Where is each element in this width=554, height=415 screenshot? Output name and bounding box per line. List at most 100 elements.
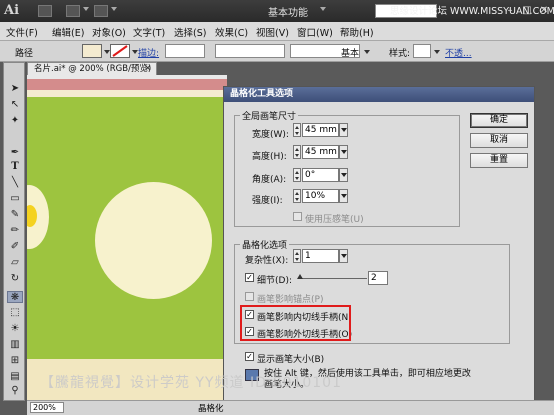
tools-panel: ➤ ↖ ✦ ✒ T ╲ ▭ ✎ ✏ ✐ ▱ ↻ ❋ ⬚ ☀ ▥ ⊞ ▤ ⚲ bbox=[3, 62, 25, 401]
rectangle-tool-icon[interactable]: ▭ bbox=[7, 193, 23, 205]
paintbrush-tool-icon[interactable]: ✎ bbox=[7, 209, 23, 221]
workspace-switcher[interactable]: 基本功能 bbox=[268, 4, 308, 19]
complexity-field[interactable]: 1 bbox=[302, 249, 339, 263]
detail-slider[interactable] bbox=[299, 278, 367, 279]
affect-anchor-checkbox[interactable] bbox=[245, 292, 254, 301]
status-bar bbox=[27, 400, 554, 415]
angle-label: 角度(A): bbox=[252, 175, 287, 185]
current-tool-label: 晶格化 bbox=[198, 404, 224, 414]
chevron-down-icon[interactable] bbox=[320, 7, 326, 11]
height-stepper[interactable] bbox=[293, 145, 301, 159]
menu-help[interactable]: 帮助(H) bbox=[340, 25, 374, 39]
app-logo: Ai bbox=[4, 3, 20, 18]
line-tool-icon[interactable]: ╲ bbox=[7, 177, 23, 189]
angle-stepper[interactable] bbox=[293, 168, 301, 182]
eraser-tool-icon[interactable]: ▱ bbox=[7, 257, 23, 269]
menu-effect[interactable]: 效果(C) bbox=[215, 25, 248, 39]
eyedropper-tool-icon[interactable]: ⚲ bbox=[7, 385, 23, 397]
height-dropdown[interactable] bbox=[339, 145, 348, 159]
highlight-box bbox=[240, 305, 351, 341]
maximize-icon[interactable]: □ bbox=[520, 5, 534, 17]
detail-slider-thumb[interactable] bbox=[297, 274, 303, 279]
show-brush-size-label: 显示画笔大小(B) bbox=[257, 355, 325, 365]
height-field[interactable]: 45 mm bbox=[302, 145, 339, 159]
watermark-bottom: 【騰龍視覺】设计学苑 YY频道 ID:8010101 bbox=[40, 375, 342, 391]
artboard-canvas[interactable] bbox=[27, 75, 227, 400]
title-bar: Ai 基本功能 思缘设计论坛 WWW.MISSYUAN.COM – □ ✕ bbox=[0, 0, 554, 22]
minimize-icon[interactable]: – bbox=[503, 5, 517, 17]
graphic-style-swatch[interactable] bbox=[413, 44, 431, 58]
no-stroke-icon bbox=[112, 45, 128, 57]
chevron-down-icon[interactable] bbox=[83, 7, 89, 11]
fill-swatch[interactable] bbox=[82, 44, 102, 58]
brush-basic-label: 基本 bbox=[341, 49, 360, 59]
menu-object[interactable]: 对象(O) bbox=[92, 25, 126, 39]
show-brush-size-checkbox[interactable]: ✓ bbox=[245, 352, 254, 361]
style-label: 样式: bbox=[389, 49, 411, 59]
angle-field[interactable]: 0° bbox=[302, 168, 339, 182]
gradient-tool-icon[interactable]: ▤ bbox=[7, 371, 23, 383]
stroke-link[interactable]: 描边: bbox=[138, 46, 159, 59]
chevron-down-icon[interactable] bbox=[364, 50, 370, 54]
crystallize-tool-icon[interactable]: ❋ bbox=[7, 291, 23, 303]
detail-label: 细节(D): bbox=[257, 276, 292, 286]
complexity-label: 复杂性(X): bbox=[245, 256, 289, 266]
intensity-dropdown[interactable] bbox=[339, 189, 348, 203]
stroke-swatch[interactable] bbox=[110, 44, 130, 58]
free-transform-tool-icon[interactable]: ⬚ bbox=[7, 307, 23, 319]
rotate-tool-icon[interactable]: ↻ bbox=[7, 273, 23, 285]
angle-dropdown[interactable] bbox=[339, 168, 348, 182]
ok-button[interactable]: 确定 bbox=[470, 113, 528, 128]
complexity-dropdown[interactable] bbox=[339, 249, 348, 263]
screen-mode-icon[interactable] bbox=[94, 5, 108, 17]
intensity-label: 强度(I): bbox=[252, 196, 283, 206]
selected-circle[interactable] bbox=[95, 182, 212, 299]
menu-edit[interactable]: 编辑(E) bbox=[52, 25, 84, 39]
mesh-tool-icon[interactable]: ⊞ bbox=[7, 355, 23, 367]
width-stepper[interactable] bbox=[293, 123, 301, 137]
document-tab[interactable]: 名片.ai* @ 200% (RGB/预览) bbox=[27, 62, 157, 75]
intensity-field[interactable]: 10% bbox=[302, 189, 339, 203]
menu-file[interactable]: 文件(F) bbox=[6, 25, 38, 39]
direct-selection-tool-icon[interactable]: ↖ bbox=[7, 99, 23, 111]
magic-wand-tool-icon[interactable]: ✦ bbox=[7, 115, 23, 127]
affect-anchor-label: 画笔影响锚点(P) bbox=[257, 295, 324, 305]
chevron-down-icon[interactable] bbox=[111, 7, 117, 11]
type-tool-icon[interactable]: T bbox=[7, 161, 23, 173]
zoom-field[interactable]: 200% bbox=[30, 402, 64, 413]
arrange-documents-icon[interactable] bbox=[66, 5, 80, 17]
control-bar: 路径 描边: 基本 样式: 不透... bbox=[0, 41, 554, 92]
menu-select[interactable]: 选择(S) bbox=[174, 25, 206, 39]
selection-tool-icon[interactable]: ➤ bbox=[7, 83, 23, 95]
variable-width-dropdown[interactable] bbox=[215, 44, 285, 58]
stroke-weight-field[interactable] bbox=[165, 44, 205, 58]
cancel-button[interactable]: 取消 bbox=[470, 133, 528, 148]
dialog-title: 晶格化工具选项 bbox=[224, 87, 534, 102]
opacity-link[interactable]: 不透... bbox=[445, 46, 472, 59]
pen-tool-icon[interactable]: ✒ bbox=[7, 147, 23, 159]
width-dropdown[interactable] bbox=[339, 123, 348, 137]
intensity-stepper[interactable] bbox=[293, 189, 301, 203]
width-field[interactable]: 45 mm bbox=[302, 123, 339, 137]
graph-tool-icon[interactable]: ▥ bbox=[7, 339, 23, 351]
menu-window[interactable]: 窗口(W) bbox=[297, 25, 333, 39]
pencil-tool-icon[interactable]: ✏ bbox=[7, 225, 23, 237]
bridge-icon[interactable] bbox=[38, 5, 52, 17]
height-label: 高度(H): bbox=[252, 152, 287, 162]
menu-type[interactable]: 文字(T) bbox=[133, 25, 165, 39]
detail-checkbox[interactable]: ✓ bbox=[245, 273, 254, 282]
crystallize-options-dialog: 晶格化工具选项 确定 取消 重置 全局画笔尺寸 宽度(W): 45 mm 高度(… bbox=[223, 86, 535, 401]
complexity-stepper[interactable] bbox=[293, 249, 301, 263]
menu-view[interactable]: 视图(V) bbox=[256, 25, 289, 39]
close-tab-icon[interactable]: ✕ bbox=[144, 64, 152, 74]
chevron-down-icon[interactable] bbox=[434, 50, 440, 54]
detail-field[interactable]: 2 bbox=[368, 271, 388, 285]
symbol-sprayer-tool-icon[interactable]: ☀ bbox=[7, 323, 23, 335]
menu-bar: 文件(F) 编辑(E) 对象(O) 文字(T) 选择(S) 效果(C) 视图(V… bbox=[0, 22, 554, 41]
use-pressure-checkbox[interactable] bbox=[293, 212, 302, 221]
selection-type-label: 路径 bbox=[15, 49, 34, 59]
close-icon[interactable]: ✕ bbox=[537, 5, 551, 17]
reset-button[interactable]: 重置 bbox=[470, 153, 528, 168]
width-label: 宽度(W): bbox=[252, 130, 289, 140]
blob-brush-tool-icon[interactable]: ✐ bbox=[7, 241, 23, 253]
